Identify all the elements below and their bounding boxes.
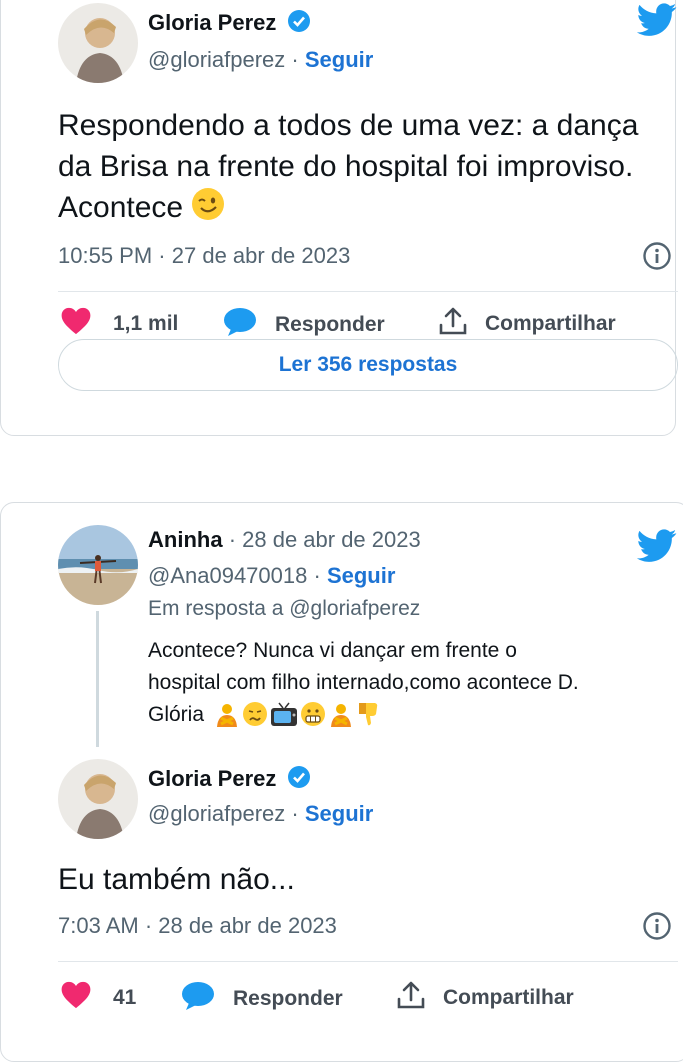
follow-button[interactable]: Seguir <box>327 563 395 588</box>
tweet-time[interactable]: 10:55 PM <box>58 243 152 268</box>
like-count: 1,1 mil <box>113 311 179 335</box>
in-reply-to[interactable]: Em resposta a @gloriafperez <box>148 597 420 621</box>
divider <box>58 961 678 962</box>
tweet-card-1: Gloria Perez @gloriafperez · Seguir Resp… <box>0 0 678 436</box>
author-handle[interactable]: @Ana09470018 <box>148 563 307 588</box>
tweet-date[interactable]: · 28 de abr de 2023 <box>229 527 421 552</box>
share-button[interactable]: Compartilhar <box>395 979 574 1016</box>
reply-button[interactable]: Responder <box>181 981 343 1016</box>
info-icon[interactable] <box>642 241 672 276</box>
share-icon <box>437 305 469 342</box>
author-handle[interactable]: @gloriafperez <box>148 47 285 72</box>
separator-dot: · <box>144 913 153 938</box>
divider <box>58 291 678 292</box>
like-button[interactable]: 1,1 mil <box>61 307 178 340</box>
avatar[interactable] <box>58 525 138 605</box>
author-name[interactable]: Gloria Perez <box>148 766 276 791</box>
tweet-date[interactable]: 28 de abr de 2023 <box>158 913 337 938</box>
twitter-bird-icon[interactable] <box>636 3 677 42</box>
author-handle[interactable]: @gloriafperez <box>148 801 285 826</box>
separator-dot: · <box>158 243 166 268</box>
tweet-date[interactable]: 27 de abr de 2023 <box>172 243 351 268</box>
like-count: 41 <box>113 985 137 1009</box>
thread-line <box>96 611 99 747</box>
reply-button[interactable]: Responder <box>223 307 385 342</box>
share-label: Compartilhar <box>485 311 616 335</box>
share-label: Compartilhar <box>443 985 574 1009</box>
share-button[interactable]: Compartilhar <box>437 305 616 342</box>
info-icon[interactable] <box>642 911 672 946</box>
verified-badge-icon <box>287 9 311 39</box>
heart-icon <box>61 307 91 340</box>
avatar[interactable] <box>58 3 138 83</box>
reply-bubble-icon <box>223 307 257 342</box>
twitter-bird-icon[interactable] <box>636 529 677 568</box>
separator-dot: · <box>291 801 299 826</box>
author-name[interactable]: Gloria Perez <box>148 10 276 35</box>
reply-bubble-icon <box>181 981 215 1016</box>
tweet-text: Acontece? Nunca vi dançar em frente o ho… <box>148 639 579 727</box>
separator-dot: · <box>313 563 321 588</box>
avatar[interactable] <box>58 759 138 839</box>
separator-dot: · <box>291 47 299 72</box>
heart-icon <box>61 981 91 1014</box>
tweet-text: Eu também não... <box>58 863 295 896</box>
tweet-card-2: Aninha · 28 de abr de 2023 @Ana09470018 … <box>0 502 683 1062</box>
follow-button[interactable]: Seguir <box>305 47 373 72</box>
reply-label: Responder <box>275 312 385 336</box>
read-replies-button[interactable]: Ler 356 respostas <box>58 339 678 391</box>
author-name[interactable]: Aninha <box>148 527 223 552</box>
verified-badge-icon <box>287 765 311 795</box>
wink-emoji <box>191 187 225 232</box>
emoji-sequence <box>214 701 380 727</box>
like-button[interactable]: 41 <box>61 981 136 1014</box>
follow-button[interactable]: Seguir <box>305 801 373 826</box>
share-icon <box>395 979 427 1016</box>
tweet-text: Respondendo a todos de uma vez: a dança … <box>58 105 658 232</box>
tweet-time[interactable]: 7:03 AM <box>58 913 139 938</box>
reply-label: Responder <box>233 986 343 1010</box>
